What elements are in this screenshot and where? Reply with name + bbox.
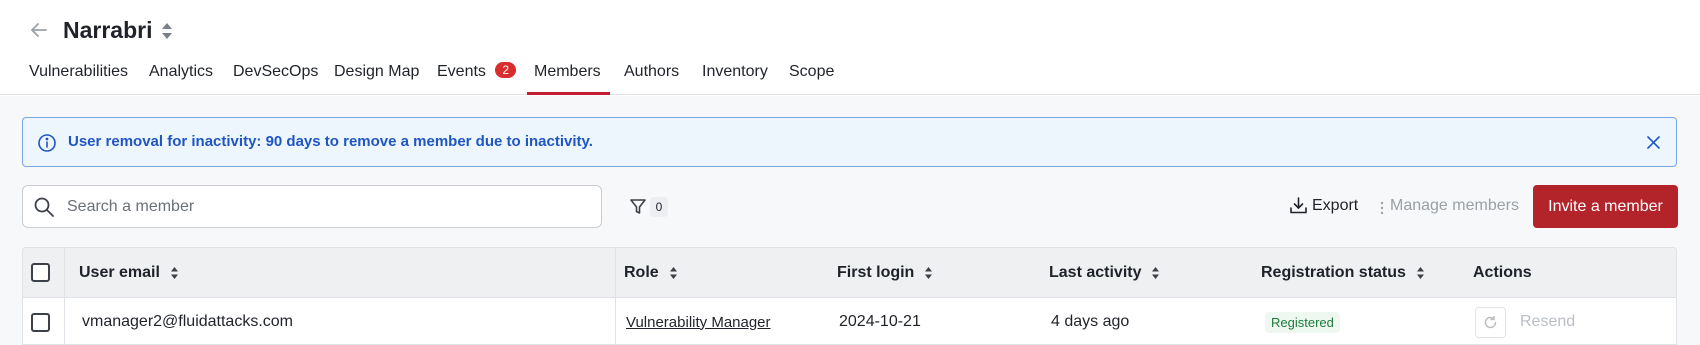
tab-authors[interactable]: Authors	[617, 60, 686, 95]
tab-analytics[interactable]: Analytics	[142, 60, 220, 95]
sort-icon[interactable]	[924, 266, 933, 280]
sort-icon[interactable]	[669, 266, 678, 280]
select-all-checkbox[interactable]	[31, 263, 50, 282]
column-user-email[interactable]: User email	[79, 248, 179, 297]
member-search	[22, 185, 602, 228]
events-count-badge: 2	[495, 62, 517, 78]
tab-devsecops[interactable]: DevSecOps	[226, 60, 325, 95]
column-registration-status[interactable]: Registration status	[1261, 248, 1425, 297]
members-table: User email Role First login Last activit…	[22, 247, 1677, 345]
group-header: Narrabri Vulnerabilities Analytics DevSe…	[0, 0, 1700, 95]
tab-design-map[interactable]: Design Map	[327, 60, 426, 95]
tab-scope[interactable]: Scope	[782, 60, 841, 95]
refresh-icon[interactable]	[1475, 306, 1506, 338]
info-icon	[37, 133, 57, 153]
search-icon	[33, 196, 55, 218]
column-role[interactable]: Role	[624, 248, 678, 297]
resend-label: Resend	[1520, 313, 1576, 330]
table-row[interactable]: vmanager2@fluidattacks.com Vulnerability…	[23, 298, 1676, 344]
page-title: Narrabri	[63, 17, 153, 43]
alert-message: User removal for inactivity: 90 days to …	[68, 133, 593, 150]
tab-vulnerabilities[interactable]: Vulnerabilities	[22, 60, 135, 95]
sort-icon[interactable]	[1151, 266, 1160, 280]
close-icon[interactable]	[1645, 134, 1662, 151]
column-first-login[interactable]: First login	[837, 248, 933, 297]
tab-members[interactable]: Members	[527, 60, 610, 95]
row-checkbox[interactable]	[31, 312, 50, 332]
group-switcher-icon[interactable]	[160, 21, 174, 41]
invite-member-button[interactable]: Invite a member	[1533, 185, 1678, 228]
more-vertical-icon	[1380, 199, 1384, 215]
download-icon	[1289, 196, 1308, 215]
tab-events[interactable]: Events 2	[430, 60, 517, 95]
tab-inventory[interactable]: Inventory	[695, 60, 775, 95]
sort-icon[interactable]	[1416, 266, 1425, 280]
user-email: vmanager2@fluidattacks.com	[82, 313, 293, 330]
filter-icon	[629, 198, 647, 216]
members-content: User removal for inactivity: 90 days to …	[0, 96, 1700, 345]
back-arrow-icon[interactable]	[28, 19, 50, 41]
status-badge: Registered	[1265, 311, 1340, 333]
column-actions: Actions	[1473, 263, 1532, 281]
column-last-activity[interactable]: Last activity	[1049, 248, 1160, 297]
last-activity: 4 days ago	[1051, 313, 1130, 330]
filter-count-badge: 0	[650, 197, 668, 217]
inactivity-alert: User removal for inactivity: 90 days to …	[22, 117, 1677, 167]
first-login: 2024-10-21	[839, 313, 921, 330]
resend-action[interactable]: Resend	[1475, 298, 1576, 344]
search-input[interactable]	[67, 186, 587, 227]
sort-icon[interactable]	[170, 266, 179, 280]
role-link[interactable]: Vulnerability Manager	[626, 314, 771, 331]
table-header: User email Role First login Last activit…	[23, 248, 1676, 298]
